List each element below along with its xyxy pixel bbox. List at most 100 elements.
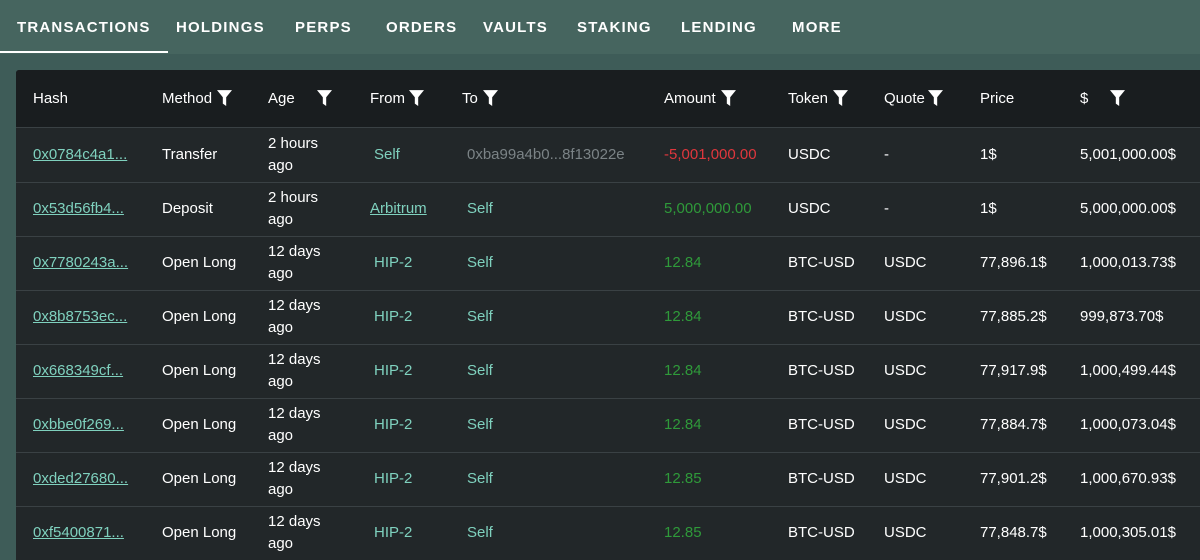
amount-cell: -5,001,000.00 (664, 146, 757, 163)
column-header-age: Age (268, 90, 295, 107)
from-link[interactable]: HIP-2 (374, 290, 412, 344)
amount-cell: 5,000,000.00 (664, 200, 752, 217)
age-cell: 12 days ago (268, 513, 321, 552)
to-link[interactable]: Self (467, 290, 493, 344)
usd-value-cell: 5,000,000.00$ (1080, 200, 1176, 217)
token-cell: BTC-USD (788, 524, 855, 541)
quote-cell: - (884, 200, 889, 217)
column-header-to: To (462, 90, 478, 107)
tx-hash-link[interactable]: 0x53d56fb4... (33, 182, 124, 236)
from-link[interactable]: HIP-2 (374, 398, 412, 452)
filter-icon[interactable] (833, 90, 848, 107)
filter-icon[interactable] (317, 90, 332, 107)
to-address[interactable]: 0xba99a4b0...8f13022e (467, 128, 625, 182)
to-link[interactable]: Self (467, 452, 493, 506)
quote-cell: USDC (884, 308, 927, 325)
from-link[interactable]: HIP-2 (374, 452, 412, 506)
method-cell: Open Long (162, 524, 237, 541)
usd-value-cell: 1,000,013.73$ (1080, 254, 1176, 271)
to-link[interactable]: Self (467, 506, 493, 560)
column-header-from: From (370, 90, 405, 107)
tx-hash-link[interactable]: 0x0784c4a1... (33, 128, 127, 182)
amount-cell: 12.85 (664, 524, 702, 541)
token-cell: USDC (788, 200, 831, 217)
tab-vaults[interactable]: VAULTS (483, 0, 548, 54)
age-cell: 12 days ago (268, 351, 321, 390)
tab-more[interactable]: MORE (792, 0, 842, 54)
usd-value-cell: 1,000,305.01$ (1080, 524, 1176, 541)
tab-perps[interactable]: PERPS (295, 0, 352, 54)
age-cell: 2 hours ago (268, 189, 319, 228)
tx-hash-link[interactable]: 0xf5400871... (33, 506, 124, 560)
age-cell: 12 days ago (268, 405, 321, 444)
amount-cell: 12.84 (664, 308, 702, 325)
price-cell: 77,917.9$ (980, 362, 1047, 379)
tx-hash-link[interactable]: 0x8b8753ec... (33, 290, 127, 344)
to-link[interactable]: Self (467, 182, 493, 236)
column-header-amount: Amount (664, 90, 716, 107)
amount-cell: 12.84 (664, 416, 702, 433)
usd-value-cell: 1,000,073.04$ (1080, 416, 1176, 433)
tx-hash-link[interactable]: 0xded27680... (33, 452, 128, 506)
filter-icon[interactable] (217, 90, 232, 107)
transactions-panel: Hash Method Age From To Amount Token Quo… (16, 70, 1200, 560)
tx-hash-link[interactable]: 0x668349cf... (33, 344, 123, 398)
filter-icon[interactable] (409, 90, 424, 107)
from-link[interactable]: Arbitrum (370, 182, 427, 236)
from-link[interactable]: HIP-2 (374, 236, 412, 290)
age-cell: 12 days ago (268, 243, 321, 282)
quote-cell: USDC (884, 416, 927, 433)
usd-value-cell: 1,000,499.44$ (1080, 362, 1176, 379)
method-cell: Open Long (162, 254, 237, 271)
column-header-hash: Hash (33, 90, 69, 107)
filter-icon[interactable] (483, 90, 498, 107)
method-cell: Deposit (162, 200, 213, 217)
table-row: 0xded27680... Open Long 12 days ago HIP-… (16, 452, 1200, 507)
price-cell: 77,896.1$ (980, 254, 1047, 271)
price-cell: 77,901.2$ (980, 470, 1047, 487)
tab-lending[interactable]: LENDING (681, 0, 757, 54)
quote-cell: USDC (884, 362, 927, 379)
price-cell: 77,848.7$ (980, 524, 1047, 541)
method-cell: Transfer (162, 146, 218, 163)
filter-icon[interactable] (928, 90, 943, 107)
tab-orders[interactable]: ORDERS (386, 0, 457, 54)
age-cell: 12 days ago (268, 459, 321, 498)
usd-value-cell: 1,000,670.93$ (1080, 470, 1176, 487)
table-header: Hash Method Age From To Amount Token Quo… (16, 70, 1200, 128)
quote-cell: USDC (884, 524, 927, 541)
column-header-usd: $ (1080, 90, 1089, 107)
token-cell: BTC-USD (788, 308, 855, 325)
from-link[interactable]: HIP-2 (374, 506, 412, 560)
amount-cell: 12.84 (664, 362, 702, 379)
tab-transactions[interactable]: TRANSACTIONS (0, 0, 168, 54)
tab-staking[interactable]: STAKING (577, 0, 652, 54)
tab-bar: TRANSACTIONS HOLDINGS PERPS ORDERS VAULT… (0, 0, 1200, 54)
filter-icon[interactable] (721, 90, 736, 107)
column-header-method: Method (162, 90, 213, 107)
column-header-token: Token (788, 90, 829, 107)
price-cell: 77,884.7$ (980, 416, 1047, 433)
column-header-price: Price (980, 90, 1015, 107)
tx-hash-link[interactable]: 0xbbe0f269... (33, 398, 124, 452)
column-header-quote: Quote (884, 90, 925, 107)
table-row: 0x53d56fb4... Deposit 2 hours ago Arbitr… (16, 182, 1200, 237)
table-row: 0x0784c4a1... Transfer 2 hours ago Self … (16, 128, 1200, 183)
filter-icon[interactable] (1110, 90, 1125, 107)
method-cell: Open Long (162, 362, 237, 379)
from-link[interactable]: HIP-2 (374, 344, 412, 398)
price-cell: 1$ (980, 200, 997, 217)
usd-value-cell: 5,001,000.00$ (1080, 146, 1176, 163)
to-link[interactable]: Self (467, 398, 493, 452)
from-link[interactable]: Self (374, 128, 400, 182)
method-cell: Open Long (162, 308, 237, 325)
table-row: 0x8b8753ec... Open Long 12 days ago HIP-… (16, 290, 1200, 345)
price-cell: 77,885.2$ (980, 308, 1047, 325)
tx-hash-link[interactable]: 0x7780243a... (33, 236, 128, 290)
to-link[interactable]: Self (467, 344, 493, 398)
to-link[interactable]: Self (467, 236, 493, 290)
tab-holdings[interactable]: HOLDINGS (176, 0, 265, 54)
table-row: 0xbbe0f269... Open Long 12 days ago HIP-… (16, 398, 1200, 453)
usd-value-cell: 999,873.70$ (1080, 308, 1164, 325)
token-cell: BTC-USD (788, 254, 855, 271)
